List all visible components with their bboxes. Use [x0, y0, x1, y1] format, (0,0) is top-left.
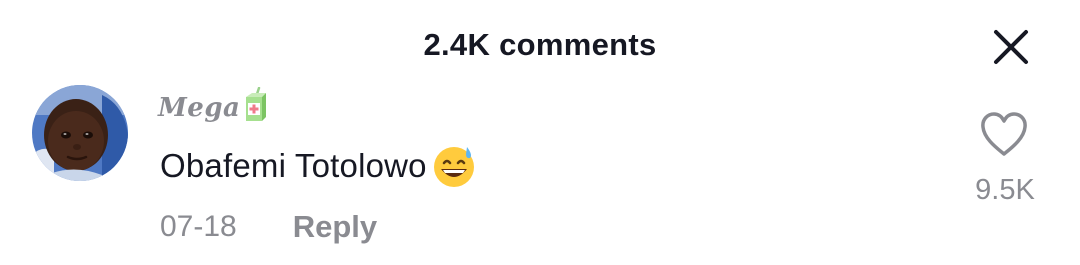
comment-date: 07-18 — [160, 210, 237, 243]
grinning-face-with-sweat-emoji-icon — [431, 143, 477, 189]
avatar-image — [32, 85, 128, 181]
user-avatar[interactable] — [32, 85, 128, 181]
like-count: 9.5K — [975, 174, 1035, 206]
heart-outline-icon — [981, 112, 1027, 156]
comments-count-title: 2.4K comments — [423, 27, 657, 62]
beverage-box-emoji-icon — [242, 87, 268, 123]
comment-body: Obafemi Totolowo — [160, 147, 427, 184]
comment-meta: 07-18 Reply — [160, 206, 377, 248]
like-button[interactable] — [978, 109, 1030, 159]
comment-username[interactable]: Mega — [158, 87, 268, 128]
comment-text: Obafemi Totolowo — [160, 142, 477, 190]
close-button[interactable] — [988, 24, 1034, 70]
close-icon — [994, 30, 1028, 64]
username-label: Mega — [158, 93, 241, 123]
reply-button[interactable]: Reply — [293, 209, 377, 245]
